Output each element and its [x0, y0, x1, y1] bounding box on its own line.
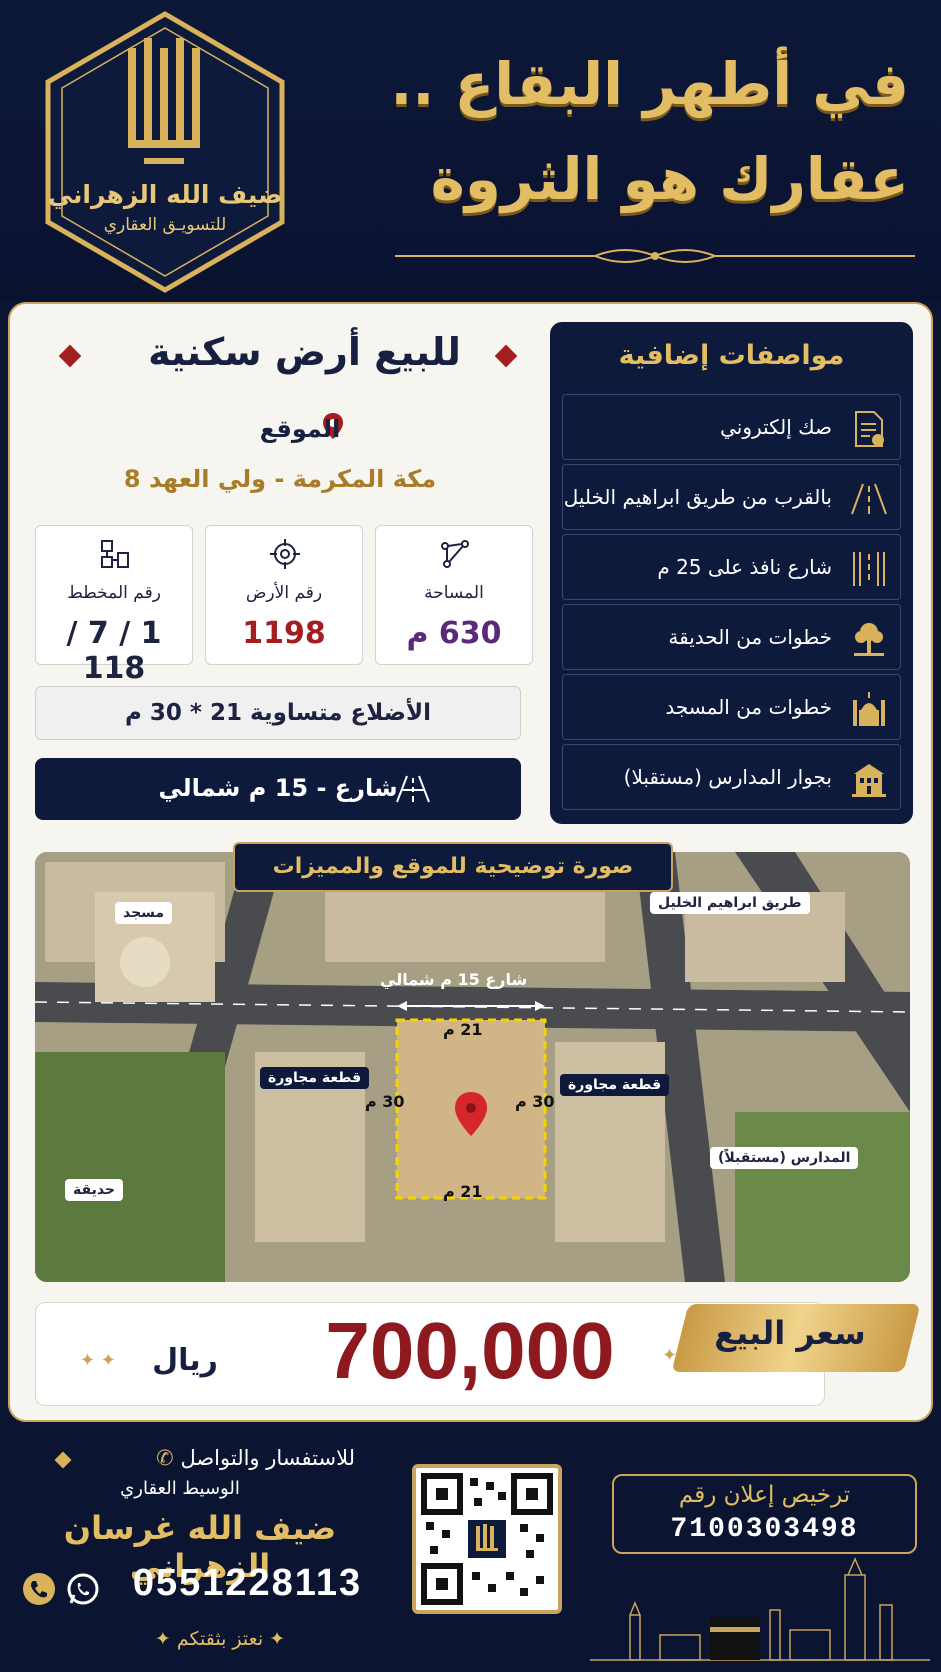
feature-item: شارع نافذ على 25 م — [562, 534, 901, 600]
feature-item: بالقرب من طريق ابراهيم الخليل — [562, 464, 901, 530]
stat-land-number: رقم الأرض 1198 — [205, 525, 363, 665]
plan-icon — [101, 540, 129, 568]
whatsapp-icon[interactable] — [66, 1572, 100, 1606]
sides-info: الأضلاع متساوية 21 * 30 م — [35, 686, 521, 740]
stat-area: المساحة 630 م — [375, 525, 533, 665]
brand-subtitle: للتسويـق العقاري — [103, 215, 227, 235]
brand-name: ضيف الله الزهراني — [47, 180, 283, 209]
feature-item: خطوات من الحديقة — [562, 604, 901, 670]
price-value: 700,000 — [325, 1306, 615, 1395]
mosque-icon — [853, 692, 885, 726]
document-icon — [855, 411, 884, 447]
inquiry-label: للاستفسار والتواصل — [180, 1446, 355, 1470]
map-label-street: شارع 15 م شمالي — [380, 970, 528, 989]
ad-license: ترخيص إعلان رقم 7100303498 — [612, 1474, 917, 1554]
map-dim-left: 30 م — [365, 1092, 405, 1111]
license-label: ترخيص إعلان رقم — [678, 1482, 851, 1508]
tree-icon — [854, 623, 884, 656]
price-currency: ريال — [152, 1343, 218, 1378]
feature-label: صك إلكتروني — [720, 415, 832, 439]
feature-label: بالقرب من طريق ابراهيم الخليل — [563, 485, 832, 509]
qr-code[interactable] — [412, 1464, 562, 1614]
ornament-divider — [395, 249, 915, 263]
broker-label: الوسيط العقاري — [120, 1478, 240, 1499]
price-label: سعر البيع — [714, 1314, 866, 1352]
phone-call-icon[interactable] — [22, 1572, 56, 1606]
features-panel: مواصفات إضافية صك إلكتروني بالقرب من طري… — [550, 322, 913, 824]
headline-line-1: في أطهر البقاع .. — [390, 50, 909, 118]
stat-plan-number: رقم المخطط 1 / 7 / 118 — [35, 525, 193, 686]
feature-label: بجوار المدارس (مستقبلا) — [623, 765, 832, 789]
stat-land-number-value: 1198 — [242, 616, 326, 651]
map-label-park: حديقة — [65, 1179, 123, 1201]
inquiry-text: للاستفسار والتواصل ✆ — [80, 1446, 355, 1470]
location-value: مكة المكرمة - ولي العهد 8 — [123, 465, 437, 493]
area-icon — [441, 540, 469, 568]
makkah-skyline-illustration — [590, 1557, 930, 1661]
stat-area-label: المساحة — [424, 583, 484, 603]
map-label-mosque: مسجد — [115, 902, 173, 924]
location-label: الموقع — [259, 415, 341, 443]
map-dim-right: 30 م — [515, 1092, 555, 1111]
map-label-road: طريق ابراهيم الخليل — [650, 892, 810, 914]
map-banner: صورة توضيحية للموقع والمميزات — [233, 842, 673, 892]
sparkle-icon: ✦ ✦ — [80, 1350, 116, 1371]
feature-item: صك إلكتروني — [562, 394, 901, 460]
road-icon — [851, 483, 887, 515]
feature-label: شارع نافذ على 25 م — [657, 555, 832, 579]
phone-icon: ✆ — [156, 1446, 174, 1470]
stat-plan-number-value: 1 / 7 / 118 — [66, 616, 162, 686]
street-info: شارع - 15 م شمالي — [35, 758, 521, 820]
road-icon — [396, 775, 430, 803]
license-number: 7100303498 — [670, 1514, 859, 1545]
feature-label: خطوات من المسجد — [665, 695, 832, 719]
slogan-sparkle-icon: ✦ — [269, 1628, 286, 1650]
site-map-illustration: مسجد طريق ابراهيم الخليل شارع 15 م شمالي… — [35, 852, 910, 1282]
street-icon — [853, 552, 885, 586]
feature-item: خطوات من المسجد — [562, 674, 901, 740]
feature-label: خطوات من الحديقة — [668, 625, 832, 649]
inquiry-diamond — [54, 1451, 72, 1469]
feature-item: بجوار المدارس (مستقبلا) — [562, 744, 901, 810]
slogan-sparkle-icon: ✦ — [154, 1628, 171, 1650]
stat-area-value: 630 م — [406, 616, 502, 651]
map-label-neighbor-right: قطعة مجاورة — [560, 1074, 670, 1096]
sale-title: للبيع أرض سكنية — [148, 330, 461, 374]
headline-line-2: عقارك هو الثروة — [430, 145, 909, 213]
street-info-label: شارع - 15 م شمالي — [158, 774, 398, 802]
features-title: مواصفات إضافية — [618, 340, 845, 371]
phone-number[interactable]: 0551228113 — [110, 1562, 385, 1605]
brand-logo — [45, 11, 285, 293]
stat-land-number-label: رقم الأرض — [245, 583, 323, 603]
sparkle-icon: ✦ — [662, 1345, 678, 1366]
map-label-schools: المدارس (مستقبلاً) — [710, 1147, 859, 1169]
target-icon — [270, 539, 300, 569]
map-dim-top: 21 م — [443, 1020, 483, 1039]
slogan: ✦ نعتز بثقتكم ✦ — [120, 1628, 320, 1650]
school-icon — [852, 764, 886, 797]
slogan-text: نعتز بثقتكم — [176, 1628, 264, 1650]
map-dim-bottom: 21 م — [443, 1182, 483, 1201]
stat-plan-number-label: رقم المخطط — [67, 583, 161, 603]
header: ضيف الله الزهراني للتسويـق العقاري في أط… — [0, 0, 941, 300]
qr-code-pattern — [421, 1473, 553, 1605]
map-label-neighbor-left: قطعة مجاورة — [260, 1067, 370, 1089]
